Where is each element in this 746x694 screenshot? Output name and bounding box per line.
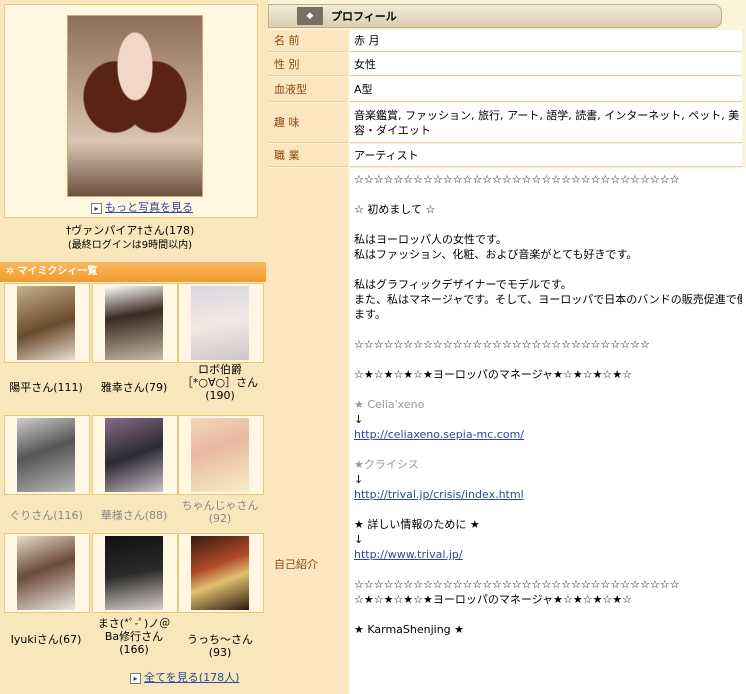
arrow-right-icon: ▸: [130, 672, 141, 684]
gender-label: 性 別: [268, 53, 348, 76]
friend-thumbnail[interactable]: [191, 536, 249, 610]
friend-name[interactable]: 陽平さん(111): [4, 381, 88, 394]
friend-thumbnail[interactable]: [191, 418, 249, 492]
info-link[interactable]: http://www.trival.jp/: [354, 548, 463, 561]
intro-text: また、私はマネージャです。そして、ヨーロッパで日本のバンドの販売促進で働いてい: [354, 293, 742, 306]
blood-type-value: A型: [350, 77, 742, 102]
friend-cell[interactable]: [178, 415, 264, 495]
intro-text: ます。: [354, 308, 386, 321]
more-photos-text[interactable]: もっと写真を見る: [105, 201, 193, 214]
name-value: 赤 月: [350, 30, 742, 52]
occupation-value: アーティスト: [350, 144, 742, 167]
friend-cell[interactable]: [178, 283, 264, 363]
friend-name[interactable]: ぐりさん(116): [4, 509, 88, 522]
friend-cell[interactable]: [4, 533, 90, 613]
friend-name[interactable]: 華様さん(88): [92, 509, 176, 522]
name-label: 名 前: [268, 30, 348, 52]
friend-cell[interactable]: [178, 533, 264, 613]
intro-text: 私はファッション、化粧、および音楽がとても好きです。: [354, 248, 638, 261]
last-login-status: (最終ログインは9時間以内): [67, 240, 193, 251]
self-intro-label-cell: 自己紹介: [268, 168, 348, 694]
intro-text: 私はヨーロッパ人の女性です。: [354, 233, 507, 246]
stars-line: ☆☆☆☆☆☆☆☆☆☆☆☆☆☆☆☆☆☆☆☆☆☆☆☆☆☆☆☆☆☆☆☆☆: [354, 173, 680, 186]
more-photos-link[interactable]: ▸ もっと写真を見る: [91, 199, 201, 215]
stars-line: ☆☆☆☆☆☆☆☆☆☆☆☆☆☆☆☆☆☆☆☆☆☆☆☆☆☆☆☆☆☆: [354, 338, 650, 351]
friend-name[interactable]: ロボ伯爵［*○∀○］さん(190): [178, 363, 262, 402]
profile-photo-panel: ▸ もっと写真を見る: [4, 4, 258, 218]
friend-cell[interactable]: [4, 283, 90, 363]
crisis-link[interactable]: http://trival.jp/crisis/index.html: [354, 488, 524, 501]
down-arrow: ↓: [354, 413, 364, 426]
occupation-label: 職 業: [268, 144, 348, 167]
down-arrow: ↓: [354, 533, 364, 546]
friend-cell[interactable]: [92, 283, 178, 363]
celia-title: ★ Celia'xeno: [354, 398, 425, 411]
friend-name[interactable]: Iyukiさん(67): [4, 633, 88, 646]
down-arrow: ↓: [354, 473, 364, 486]
arrow-right-icon: ▸: [91, 202, 102, 214]
profile-header-bar: ◆ プロフィール: [268, 4, 722, 28]
stars-line: ☆☆☆☆☆☆☆☆☆☆☆☆☆☆☆☆☆☆☆☆☆☆☆☆☆☆☆☆☆☆☆☆☆: [354, 578, 680, 591]
hobbies-value: 音楽鑑賞, ファッション, 旅行, アート, 語学, 読書, インターネット, …: [350, 103, 742, 143]
profile-title: プロフィール: [331, 10, 397, 23]
intro-text: 私はグラフィックデザイナーでモデルです。: [354, 278, 572, 291]
friend-cell[interactable]: [4, 415, 90, 495]
friend-cell[interactable]: [92, 415, 178, 495]
friend-thumbnail[interactable]: [105, 286, 163, 360]
friend-name[interactable]: 雅幸さん(79): [92, 381, 176, 394]
friend-thumbnail[interactable]: [105, 536, 163, 610]
blood-type-label: 血液型: [268, 77, 348, 102]
friend-name[interactable]: まさ(*ﾟ-ﾟ)ノ＠Ba修行さん(166): [92, 617, 176, 656]
self-intro-label: 自己紹介: [274, 558, 318, 571]
friend-name[interactable]: うっち～さん(93): [178, 633, 262, 659]
celia-link[interactable]: http://celiaxeno.sepia-mc.com/: [354, 428, 524, 441]
karma-line: ★ KarmaShenjing ★: [354, 623, 465, 636]
crisis-title: ★クライシス: [354, 458, 419, 471]
friend-thumbnail[interactable]: [17, 536, 75, 610]
self-intro-body: ☆☆☆☆☆☆☆☆☆☆☆☆☆☆☆☆☆☆☆☆☆☆☆☆☆☆☆☆☆☆☆☆☆ ☆ 初めまし…: [350, 168, 746, 694]
hobbies-label: 趣 味: [268, 103, 348, 143]
friend-thumbnail[interactable]: [17, 418, 75, 492]
friend-thumbnail[interactable]: [105, 418, 163, 492]
manager-line: ☆★☆★☆★☆★ヨーロッパのマネージャ★☆★☆★☆★☆: [354, 593, 633, 606]
manager-line: ☆★☆★☆★☆★ヨーロッパのマネージャ★☆★☆★☆★☆: [354, 368, 633, 381]
star-icon: ✲: [6, 266, 15, 277]
friend-cell[interactable]: [92, 533, 178, 613]
friend-thumbnail[interactable]: [191, 286, 249, 360]
profile-photo[interactable]: [67, 15, 203, 197]
see-all-friends-text[interactable]: 全てを見る(178人): [144, 671, 239, 684]
left-column: ▸ もっと写真を見る †ヴァンパイア†さん(178) (最終ログインは9時間以内)…: [0, 0, 268, 694]
friend-thumbnail[interactable]: [17, 286, 75, 360]
friend-name[interactable]: ちゃんじゃさん(92): [178, 499, 262, 525]
friends-list-header: ✲ マイミクシィ一覧: [0, 262, 266, 282]
see-all-friends-link[interactable]: ▸ 全てを見る(178人): [130, 669, 239, 685]
info-title: ★ 詳しい情報のために ★: [354, 518, 480, 531]
profile-header-icon: ◆: [297, 7, 323, 25]
gender-value: 女性: [350, 53, 742, 76]
friends-list-title: マイミクシィ一覧: [17, 266, 98, 277]
profile-column: ◆ プロフィール 名 前 赤 月 性 別 女性 血液型 A型 趣 味 音楽鑑賞,…: [268, 0, 746, 694]
greeting: ☆ 初めまして ☆: [354, 203, 436, 216]
